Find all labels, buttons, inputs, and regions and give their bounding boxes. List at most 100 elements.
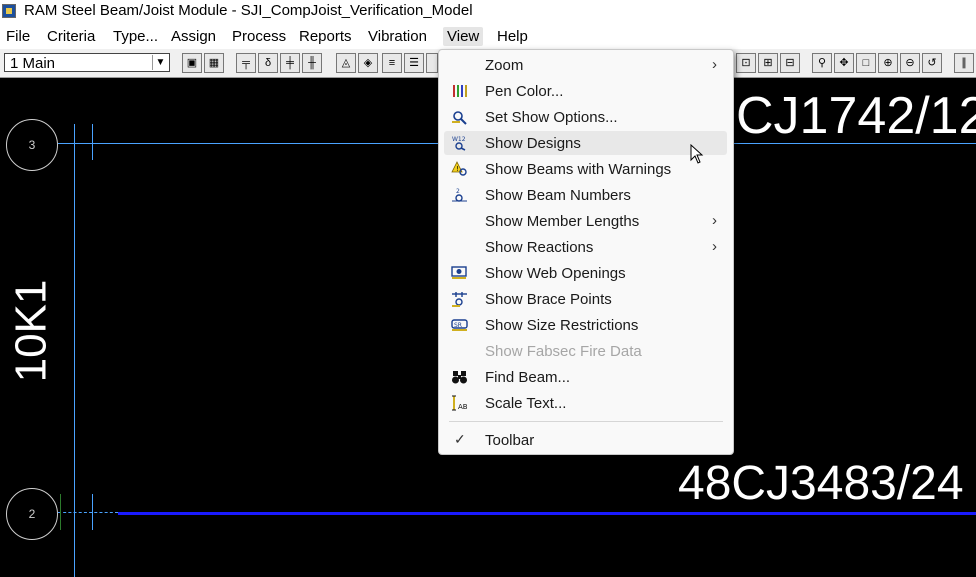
deflection-icon: δ <box>264 57 272 69</box>
brace-points-icon <box>452 292 467 307</box>
mouse-cursor-icon <box>690 144 704 164</box>
menu-item-show-brace-points[interactable]: Show Brace Points <box>444 287 727 311</box>
pen-color-button[interactable]: ∥ <box>954 53 974 73</box>
show-designs-icon: W12 <box>452 136 466 151</box>
menu-item-scale-text[interactable]: AB Scale Text... <box>444 391 727 415</box>
beam-line-bottom[interactable] <box>118 512 976 515</box>
chevron-right-icon: › <box>712 212 717 229</box>
deflection-button[interactable]: δ <box>258 53 278 73</box>
menu-item-show-member-lengths[interactable]: Show Member Lengths › <box>444 209 727 233</box>
view-menu-dropdown: Zoom › Pen Color... Set Show Options... … <box>438 49 734 455</box>
calculator-button[interactable]: ▦ <box>204 53 224 73</box>
zoom-window-button[interactable]: □ <box>856 53 876 73</box>
menu-item-show-beams-with-warnings[interactable]: ! Show Beams with Warnings <box>444 157 727 181</box>
beam-label-bottom: 48CJ3483/24 <box>678 457 964 510</box>
show-beam-numbers-button[interactable]: ⊟ <box>780 53 800 73</box>
menu-item-zoom[interactable]: Zoom › <box>444 53 727 77</box>
beam-numbers-icon: ⊟ <box>785 57 795 69</box>
zoom-out-icon: ⊖ <box>905 57 915 69</box>
show-designs-button[interactable]: ⊞ <box>758 53 778 73</box>
menu-file[interactable]: File <box>2 27 34 46</box>
pen-color-icon <box>453 85 467 97</box>
menu-process[interactable]: Process <box>228 27 290 46</box>
menu-item-show-web-openings[interactable]: Show Web Openings <box>444 261 727 285</box>
window-title: RAM Steel Beam/Joist Module - SJI_CompJo… <box>24 2 473 19</box>
menu-item-show-reactions[interactable]: Show Reactions › <box>444 235 727 259</box>
table-button[interactable]: ☰ <box>404 53 424 73</box>
menu-item-label: Show Size Restrictions <box>485 317 639 334</box>
save-icon: ▣ <box>186 57 198 69</box>
beam-design-icon: ╤ <box>242 57 250 69</box>
svg-text:W12: W12 <box>452 136 466 143</box>
menu-item-pen-color[interactable]: Pen Color... <box>444 79 727 103</box>
menu-item-find-beam[interactable]: Find Beam... <box>444 365 727 389</box>
menu-item-show-beam-numbers[interactable]: 2 Show Beam Numbers <box>444 183 727 207</box>
zoom-in-icon: ⊕ <box>883 57 893 69</box>
beam-numbers-icon: 2 <box>452 188 467 202</box>
menu-item-label: Show Brace Points <box>485 291 612 308</box>
joist-button[interactable]: ╫ <box>302 53 322 73</box>
menu-type[interactable]: Type... <box>109 27 162 46</box>
menu-item-label: Pen Color... <box>485 83 564 100</box>
beam-design-button[interactable]: ╤ <box>236 53 256 73</box>
binoculars-icon <box>452 371 467 384</box>
story-select-value: 1 Main <box>10 55 56 72</box>
chevron-right-icon: › <box>712 56 717 73</box>
scale-text-icon: AB <box>452 395 468 411</box>
show-options-icon: ⊡ <box>741 57 751 69</box>
menu-item-label: Show Web Openings <box>485 265 626 282</box>
load-icon: ◬ <box>341 57 351 69</box>
list-button[interactable]: ≡ <box>382 53 402 73</box>
member-size-button[interactable]: ╪ <box>280 53 300 73</box>
menu-item-label: Show Reactions <box>485 239 594 256</box>
beam-label-top: CJ1742/12 <box>736 87 976 145</box>
menu-reports[interactable]: Reports <box>295 27 356 46</box>
joist-label: 10K1 <box>6 279 56 383</box>
stud-button[interactable]: ◈ <box>358 53 378 73</box>
menu-item-label: Show Beam Numbers <box>485 187 631 204</box>
pen-color-icon: ∥ <box>961 57 967 69</box>
app-icon <box>2 4 16 18</box>
zoom-in-button[interactable]: ⊕ <box>878 53 898 73</box>
warning-icon: ! <box>451 161 467 176</box>
svg-text:AB: AB <box>458 403 468 411</box>
joist-icon: ╫ <box>308 57 316 69</box>
menu-help[interactable]: Help <box>493 27 532 46</box>
pan-button[interactable]: ✥ <box>834 53 854 73</box>
menu-bar: File Criteria Type... Assign Process Rep… <box>0 24 976 49</box>
load-button[interactable]: ◬ <box>336 53 356 73</box>
stud-icon: ◈ <box>363 57 373 69</box>
menu-item-set-show-options[interactable]: Set Show Options... <box>444 105 727 129</box>
menu-item-show-designs[interactable]: W12 Show Designs <box>444 131 727 155</box>
show-options-button[interactable]: ⊡ <box>736 53 756 73</box>
check-icon: ✓ <box>454 431 466 447</box>
member-size-icon: ╪ <box>286 57 294 69</box>
menu-item-show-size-restrictions[interactable]: SR Show Size Restrictions <box>444 313 727 337</box>
menu-item-show-fabsec-fire-data[interactable]: Show Fabsec Fire Data <box>444 339 727 363</box>
menu-vibration[interactable]: Vibration <box>364 27 431 46</box>
menu-criteria[interactable]: Criteria <box>43 27 99 46</box>
zoom-out-button[interactable]: ⊖ <box>900 53 920 73</box>
zoom-previous-button[interactable]: ↺ <box>922 53 942 73</box>
grid-bubble-3[interactable]: 3 <box>6 119 58 171</box>
story-select[interactable]: 1 Main ▼ <box>4 53 170 72</box>
tick-top <box>92 124 93 160</box>
menu-item-label: Zoom <box>485 57 524 74</box>
show-designs-icon: ⊞ <box>763 57 773 69</box>
title-bar: RAM Steel Beam/Joist Module - SJI_CompJo… <box>0 0 976 24</box>
chevron-right-icon: › <box>712 238 717 255</box>
tick-bottom <box>92 494 93 530</box>
menu-item-label: Set Show Options... <box>485 109 618 126</box>
svg-text:SR: SR <box>454 322 462 329</box>
web-openings-icon <box>451 266 467 279</box>
menu-assign[interactable]: Assign <box>167 27 220 46</box>
grid-bubble-2[interactable]: 2 <box>6 488 58 540</box>
show-options-icon <box>452 111 467 125</box>
partial-button[interactable] <box>426 53 438 73</box>
zoom-window-icon: □ <box>862 57 870 69</box>
save-button[interactable]: ▣ <box>182 53 202 73</box>
menu-item-toolbar[interactable]: ✓ Toolbar <box>444 428 727 452</box>
menu-view[interactable]: View <box>443 27 484 46</box>
find-beam-button[interactable]: ⚲ <box>812 53 832 73</box>
chevron-down-icon[interactable]: ▼ <box>152 55 168 70</box>
